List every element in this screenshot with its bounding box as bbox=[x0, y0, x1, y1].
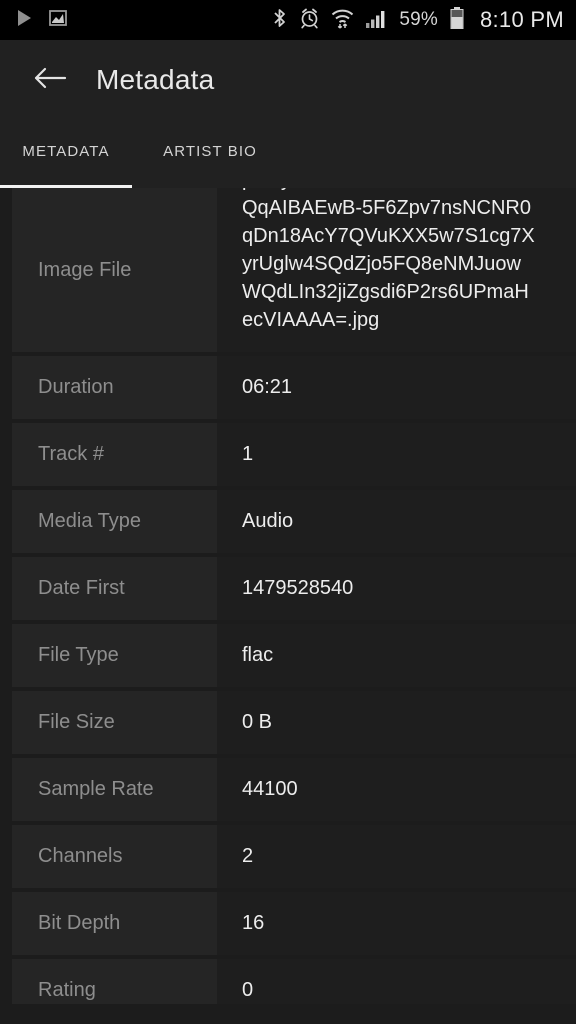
tab-bar: METADATA ARTIST BIO bbox=[0, 120, 576, 188]
play-icon bbox=[14, 8, 34, 33]
metadata-row[interactable]: File Size 0 B bbox=[0, 691, 576, 755]
clock-time: 8:10 PM bbox=[479, 7, 564, 32]
metadata-row-value: 1479528540 bbox=[217, 557, 576, 620]
battery-icon bbox=[449, 6, 465, 35]
metadata-row-value: 0 bbox=[217, 959, 576, 1004]
metadata-row[interactable]: Bit Depth 16 bbox=[0, 892, 576, 956]
back-arrow-icon bbox=[33, 65, 67, 96]
bluetooth-icon bbox=[271, 7, 288, 34]
metadata-row-value: flac bbox=[217, 624, 576, 687]
metadata-row-label: Channels bbox=[12, 825, 217, 888]
image-icon bbox=[48, 8, 68, 33]
tab-metadata[interactable]: METADATA bbox=[0, 120, 132, 188]
metadata-row[interactable]: Sample Rate 44100 bbox=[0, 758, 576, 822]
metadata-row-label: File Type bbox=[12, 624, 217, 687]
app-bar: Metadata bbox=[0, 40, 576, 120]
metadata-row[interactable]: Image Fileproxy/1143IAAAAAAAAAASDA QqAIB… bbox=[0, 188, 576, 353]
tab-indicator bbox=[0, 185, 132, 188]
metadata-row[interactable]: Channels 2 bbox=[0, 825, 576, 889]
metadata-row-label: File Size bbox=[12, 691, 217, 754]
metadata-row-label: Bit Depth bbox=[12, 892, 217, 955]
metadata-row[interactable]: Date First 1479528540 bbox=[0, 557, 576, 621]
metadata-row-value: 1 bbox=[217, 423, 576, 486]
status-bar: 59% 8:10 PM bbox=[0, 0, 576, 40]
signal-icon bbox=[365, 7, 388, 34]
wifi-icon bbox=[331, 7, 354, 34]
metadata-row[interactable]: File Type flac bbox=[0, 624, 576, 688]
metadata-row-label: Image File bbox=[12, 188, 217, 352]
status-bar-left bbox=[14, 8, 68, 33]
metadata-row-value: 0 B bbox=[217, 691, 576, 754]
page-title: Metadata bbox=[96, 64, 215, 95]
status-bar-right: 59% 8:10 PM bbox=[271, 6, 564, 35]
metadata-row-label: Rating bbox=[12, 959, 217, 1004]
back-button[interactable] bbox=[28, 58, 72, 102]
metadata-row-value: 16 bbox=[217, 892, 576, 955]
metadata-row-value: 06:21 bbox=[217, 356, 576, 419]
tab-artist-bio[interactable]: ARTIST BIO bbox=[132, 120, 288, 188]
metadata-row-value: proxy/1143IAAAAAAAAAASDA QqAIBAEwB-5F6Zp… bbox=[217, 188, 576, 352]
metadata-row[interactable]: Rating 0 bbox=[0, 959, 576, 1004]
metadata-row-label: Media Type bbox=[12, 490, 217, 553]
metadata-list[interactable]: Image Fileproxy/1143IAAAAAAAAAASDA QqAIB… bbox=[0, 188, 576, 1004]
metadata-row-value: Audio bbox=[217, 490, 576, 553]
metadata-row-value: 44100 bbox=[217, 758, 576, 821]
metadata-row-label: Date First bbox=[12, 557, 217, 620]
metadata-row-label: Track # bbox=[12, 423, 217, 486]
metadata-row[interactable]: Media Type Audio bbox=[0, 490, 576, 554]
battery-percent: 59% bbox=[399, 9, 438, 30]
metadata-row-value: 2 bbox=[217, 825, 576, 888]
metadata-row[interactable]: Duration 06:21 bbox=[0, 356, 576, 420]
metadata-row-label: Sample Rate bbox=[12, 758, 217, 821]
metadata-row[interactable]: Track #1 bbox=[0, 423, 576, 487]
alarm-icon bbox=[299, 7, 320, 34]
metadata-row-label: Duration bbox=[12, 356, 217, 419]
